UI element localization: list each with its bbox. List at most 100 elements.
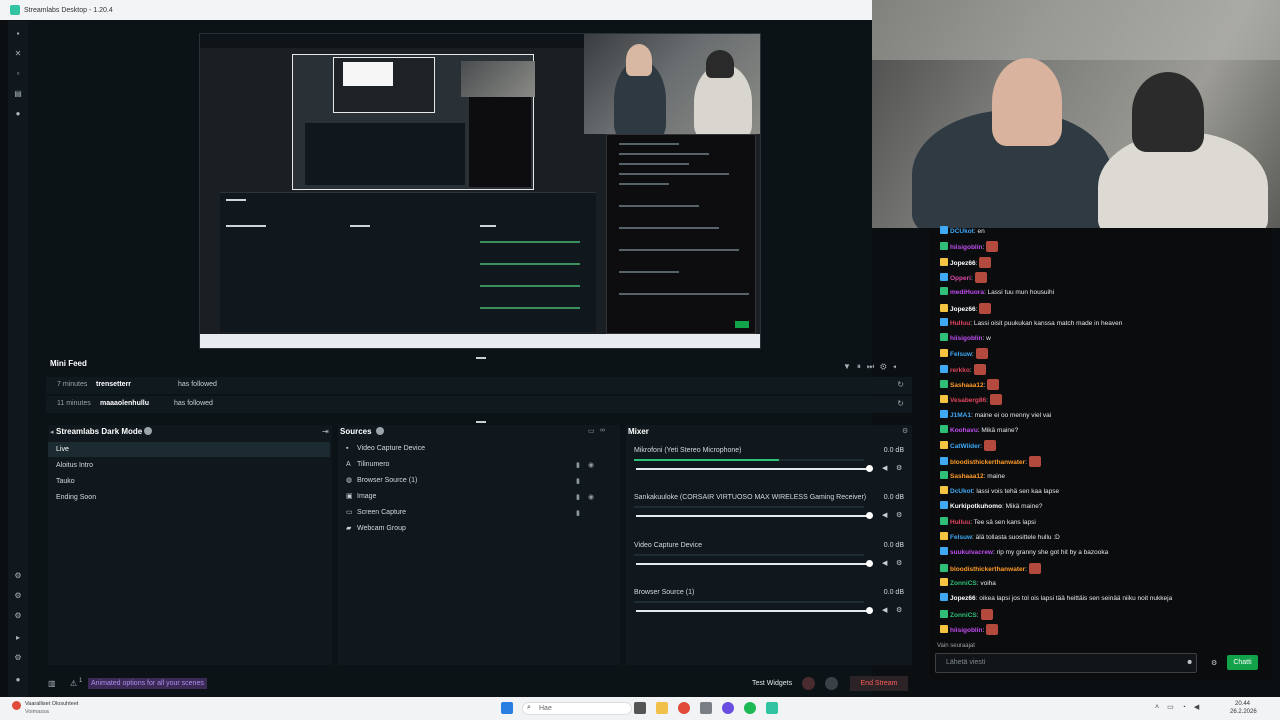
chat-username[interactable]: CatWilder	[950, 443, 980, 450]
end-stream-button[interactable]: End Stream	[850, 676, 908, 691]
editor-icon[interactable]: ▪	[13, 29, 23, 39]
lock-icon[interactable]: ▮	[576, 477, 580, 485]
repeat-alert-icon[interactable]: ↻	[897, 399, 904, 408]
scene-item[interactable]: Ending Soon	[48, 490, 330, 505]
feed-user[interactable]: trensetterr	[96, 381, 131, 388]
channel-settings-icon[interactable]: ⚙	[896, 559, 902, 567]
chat-input[interactable]: Lähetä viesti	[935, 653, 1197, 673]
preview-resize-handle[interactable]	[476, 357, 486, 359]
volume-slider-knob[interactable]	[866, 465, 873, 472]
mute-icon[interactable]: ◀	[882, 464, 887, 472]
visibility-icon[interactable]: ◉	[588, 493, 594, 501]
start-menu-icon[interactable]	[501, 702, 513, 714]
alert-icon[interactable]: ⚠	[70, 679, 77, 688]
source-item[interactable]: ▭ Screen Capture	[346, 505, 406, 520]
animated-options-banner[interactable]: Animated options for all your scenes	[88, 678, 207, 689]
chat-username[interactable]: Sashaaa12	[950, 473, 984, 480]
settings-icon[interactable]: ⚙	[13, 653, 23, 663]
add-scene-icon[interactable]	[144, 427, 152, 435]
chat-username[interactable]: bloodisthickerthanwater	[950, 459, 1025, 466]
source-item[interactable]: ▪ Video Capture Device	[346, 441, 425, 456]
replay-buffer-button[interactable]	[825, 677, 838, 690]
add-source-icon[interactable]	[376, 427, 384, 435]
volume-slider[interactable]	[636, 468, 870, 470]
apps-icon[interactable]: ⚙	[13, 611, 23, 621]
spotify-icon[interactable]	[744, 702, 756, 714]
chat-username[interactable]: rerkko	[950, 367, 970, 374]
collapse-icon[interactable]: ◂	[50, 428, 54, 436]
chat-username[interactable]: Jopez66	[950, 260, 976, 267]
chat-username[interactable]: hiisigoblin	[950, 244, 983, 251]
chat-username[interactable]: Hulluu	[950, 320, 970, 327]
visibility-icon[interactable]: ◉	[588, 461, 594, 469]
lock-icon[interactable]: ▮	[576, 493, 580, 501]
chat-username[interactable]: DcUkot	[950, 488, 973, 495]
chat-username[interactable]: Jopez66	[950, 306, 976, 313]
volume-slider[interactable]	[636, 515, 870, 517]
mixer-settings-icon[interactable]: ⚙	[902, 427, 908, 435]
stream-preview[interactable]	[199, 33, 761, 349]
chat-username[interactable]: bloodisthickerthanwater	[950, 566, 1025, 573]
discord-icon[interactable]	[722, 702, 734, 714]
volume-slider-knob[interactable]	[866, 607, 873, 614]
scene-item[interactable]: Live	[48, 442, 330, 457]
layout-icon[interactable]: ⚙	[13, 591, 23, 601]
store-icon[interactable]: ▫	[13, 69, 23, 79]
lock-icon[interactable]: ▮	[576, 461, 580, 469]
file-explorer-icon[interactable]	[656, 702, 668, 714]
mute-icon[interactable]: ◀	[882, 559, 887, 567]
chat-username[interactable]: Hulluu	[950, 519, 970, 526]
scene-collection-title[interactable]: Streamlabs Dark Mode	[56, 427, 142, 436]
chat-username[interactable]: Sashaaa12	[950, 382, 984, 389]
chat-username[interactable]: suukuivacrew	[950, 549, 993, 556]
chat-username[interactable]: Felsuw	[950, 351, 972, 358]
profile-icon[interactable]: ●	[13, 675, 23, 685]
volume-slider-knob[interactable]	[866, 560, 873, 567]
performance-icon[interactable]: ▥	[48, 679, 56, 688]
feed-user[interactable]: maaaolenhullu	[100, 400, 149, 407]
mute-icon[interactable]: ◀	[882, 606, 887, 614]
record-button[interactable]	[802, 677, 815, 690]
test-widgets-button[interactable]: Test Widgets	[752, 680, 792, 687]
chat-username[interactable]: Koohavu	[950, 427, 978, 434]
chat-username[interactable]: hiisigoblin	[950, 335, 983, 342]
folder-add-icon[interactable]: ▭	[588, 427, 595, 435]
chat-username[interactable]: Jopez66	[950, 595, 976, 602]
scene-transition-icon[interactable]: ⇥	[322, 427, 329, 436]
task-view-icon[interactable]	[634, 702, 646, 714]
chat-username[interactable]: Felsuw	[950, 534, 972, 541]
chat-username[interactable]: Kurkipotkuhomo	[950, 503, 1002, 510]
channel-settings-icon[interactable]: ⚙	[896, 606, 902, 614]
settings-app-icon[interactable]	[700, 702, 712, 714]
channel-settings-icon[interactable]: ⚙	[896, 464, 902, 472]
chat-username[interactable]: ZonniCS	[950, 612, 977, 619]
chat-username[interactable]: Vesaberg86	[950, 397, 986, 404]
taskbar-clock[interactable]: 20.44	[1235, 701, 1250, 707]
lock-icon[interactable]: ▮	[576, 509, 580, 517]
weather-title[interactable]: Vaaralliset Olosuhteet	[25, 701, 78, 707]
chat-username[interactable]: Opperi	[950, 275, 971, 282]
repeat-alert-icon[interactable]: ↻	[897, 380, 904, 389]
taskbar-date[interactable]: 26.2.2026	[1230, 709, 1257, 715]
source-item[interactable]: ▰ Webcam Group	[346, 521, 406, 536]
volume-slider[interactable]	[636, 563, 870, 565]
dock-resize-handle[interactable]	[476, 421, 486, 423]
chat-send-button[interactable]: Chatti	[1227, 655, 1258, 670]
volume-slider-knob[interactable]	[866, 512, 873, 519]
dashboard-icon[interactable]: ▤	[13, 89, 23, 99]
system-tray-icons[interactable]: ˄▭◔◀	[1155, 703, 1207, 711]
help-icon[interactable]: ▸	[13, 633, 23, 643]
scene-item[interactable]: Tauko	[48, 474, 330, 489]
streamlabs-taskbar-icon[interactable]	[766, 702, 778, 714]
chat-username[interactable]: ZonniCS	[950, 580, 977, 587]
mute-icon[interactable]: ◀	[882, 511, 887, 519]
link-icon[interactable]: ∞	[600, 427, 605, 434]
weather-alert-icon[interactable]	[12, 701, 21, 710]
volume-slider[interactable]	[636, 610, 870, 612]
chat-username[interactable]: DCUkot	[950, 228, 974, 235]
chat-username[interactable]: mediHuora	[950, 289, 984, 296]
minifeed-controls[interactable]: ▼⏸⏭⚙◂	[843, 362, 902, 372]
emote-picker-icon[interactable]: ☻	[1186, 659, 1193, 666]
channel-settings-icon[interactable]: ⚙	[896, 511, 902, 519]
source-item[interactable]: A Tilinumero	[346, 457, 389, 472]
